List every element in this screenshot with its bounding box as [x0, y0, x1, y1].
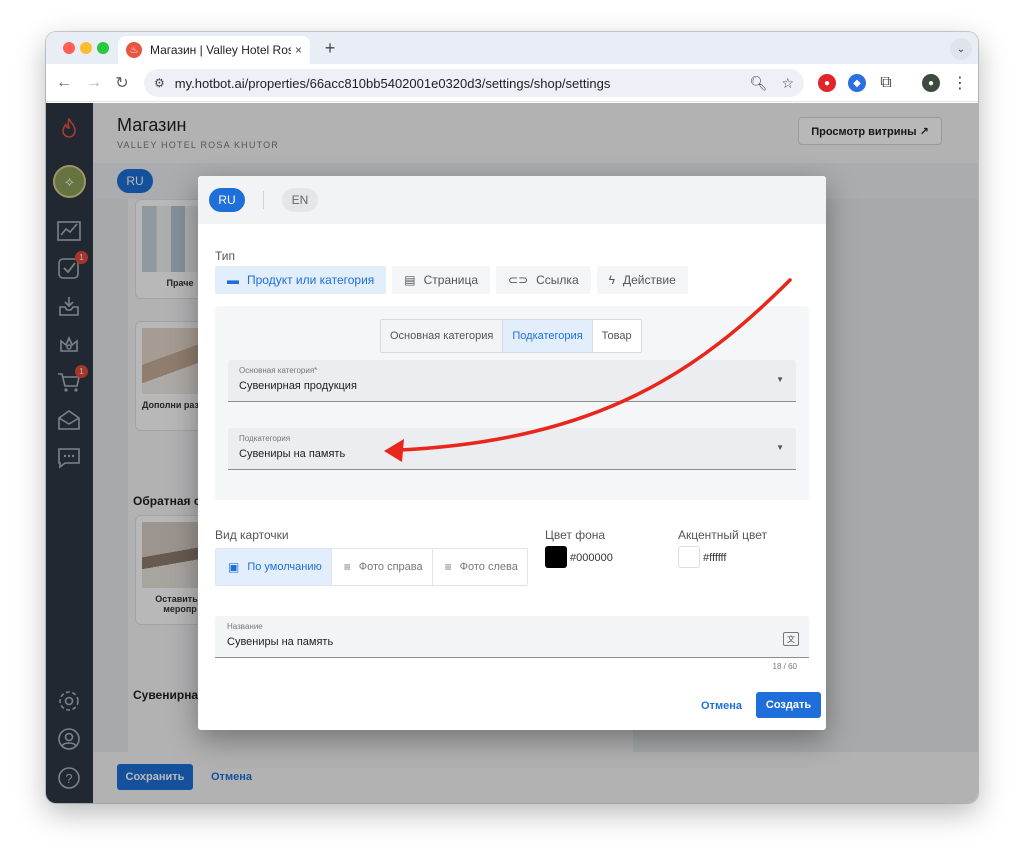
zoom-icon[interactable]: 🔍︎	[750, 75, 768, 92]
type-page[interactable]: ▤ Страница	[392, 266, 491, 294]
back-arrow-icon[interactable]: ←	[54, 73, 74, 93]
accent-color-swatch[interactable]	[678, 546, 700, 568]
profile-icon[interactable]: ●	[922, 74, 940, 92]
card-view-photo-right[interactable]: ≡ Фото справа	[331, 549, 433, 585]
site-info-icon[interactable]: ⚙	[154, 76, 165, 90]
dialog-language-bar: RU EN	[198, 176, 826, 224]
main-category-label: Основная категория*	[239, 366, 318, 375]
tab-strip: ♨ Магазин | Valley Hotel Rosa K × + ⌄	[46, 32, 978, 64]
storefront-icon: ▬	[227, 273, 239, 287]
forward-arrow-icon[interactable]: →	[84, 73, 104, 93]
tag-extension-icon[interactable]: ◆	[848, 74, 866, 92]
card-view-default[interactable]: ▣ По умолчанию	[216, 549, 332, 585]
address-bar[interactable]: ⚙ my.hotbot.ai/properties/66acc810bb5402…	[144, 69, 804, 97]
close-window-button[interactable]	[63, 42, 75, 54]
category-panel: Основная категория Подкатегория Товар Ос…	[215, 306, 809, 500]
bookmark-star-icon[interactable]: ☆	[781, 75, 794, 92]
tab-search-icon[interactable]: ⌄	[950, 38, 972, 60]
browser-window: ♨ Магазин | Valley Hotel Rosa K × + ⌄ ← …	[46, 32, 978, 803]
char-counter: 18 / 60	[772, 662, 797, 671]
main-category-select[interactable]: Основная категория* Сувенирная продукция…	[228, 360, 796, 402]
page-icon: ▤	[404, 273, 416, 287]
dialog-lang-tab-ru[interactable]: RU	[209, 188, 245, 212]
tab-title: Магазин | Valley Hotel Rosa K	[150, 43, 291, 57]
bg-color-value: #000000	[570, 552, 613, 564]
create-item-dialog: RU EN Тип ▬ Продукт или категория ▤ Стра…	[198, 176, 826, 730]
subcategory-select[interactable]: Подкатегория Сувениры на память ▼	[228, 428, 796, 470]
type-label: Тип	[215, 249, 236, 263]
dialog-lang-tab-en[interactable]: EN	[282, 188, 318, 212]
translate-icon[interactable]: 文	[783, 632, 799, 646]
subtype-main-category[interactable]: Основная категория	[381, 320, 504, 352]
type-link[interactable]: ⊂⊃ Ссылка	[496, 266, 591, 294]
tab-close-icon[interactable]: ×	[295, 43, 302, 57]
browser-toolbar: ← → ↻ ⚙ my.hotbot.ai/properties/66acc810…	[46, 64, 978, 102]
divider	[263, 191, 264, 209]
subcategory-value: Сувениры на память	[239, 448, 346, 460]
adblock-extension-icon[interactable]: ●	[818, 74, 836, 92]
reload-icon[interactable]: ↻	[112, 73, 132, 93]
browser-tab[interactable]: ♨ Магазин | Valley Hotel Rosa K ×	[118, 36, 310, 64]
favicon-icon: ♨	[126, 42, 142, 58]
bg-color-label: Цвет фона	[545, 528, 606, 542]
bolt-icon: ϟ	[608, 273, 615, 287]
subcategory-label: Подкатегория	[239, 434, 291, 443]
name-field[interactable]: Название Сувениры на память 文	[215, 616, 809, 658]
dialog-create-button[interactable]: Создать	[756, 692, 821, 718]
subtype-product[interactable]: Товар	[592, 320, 641, 352]
type-product-or-category[interactable]: ▬ Продукт или категория	[215, 266, 387, 294]
extension-icon[interactable]: ⧉	[876, 73, 896, 93]
subtype-selector: Основная категория Подкатегория Товар	[380, 319, 642, 353]
card-view-photo-left[interactable]: ≡ Фото слева	[432, 549, 527, 585]
type-selector: ▬ Продукт или категория ▤ Страница ⊂⊃ Сс…	[215, 266, 694, 294]
card-view-label: Вид карточки	[215, 528, 289, 542]
name-field-label: Название	[227, 622, 263, 631]
align-right-icon: ≡	[343, 560, 351, 574]
link-icon: ⊂⊃	[508, 273, 529, 287]
align-left-icon: ≡	[444, 560, 452, 574]
bg-color-swatch[interactable]	[545, 546, 567, 568]
subtype-subcategory[interactable]: Подкатегория	[503, 320, 593, 352]
dropdown-arrow-icon: ▼	[776, 375, 784, 384]
image-icon: ▣	[228, 560, 240, 574]
accent-color-value: #ffffff	[703, 552, 727, 564]
main-category-value: Сувенирная продукция	[239, 380, 357, 392]
url-text: my.hotbot.ai/properties/66acc810bb540200…	[174, 75, 611, 91]
accent-color-label: Акцентный цвет	[678, 528, 767, 542]
name-field-value: Сувениры на память	[227, 636, 334, 648]
type-action[interactable]: ϟ Действие	[596, 266, 688, 294]
minimize-window-button[interactable]	[80, 42, 92, 54]
card-view-selector: ▣ По умолчанию ≡ Фото справа ≡ Фото слев…	[215, 548, 528, 586]
kebab-menu-icon[interactable]: ⋮	[950, 73, 970, 93]
dialog-cancel-button[interactable]: Отмена	[701, 700, 742, 712]
new-tab-button[interactable]: +	[320, 38, 340, 59]
maximize-window-button[interactable]	[97, 42, 109, 54]
dropdown-arrow-icon: ▼	[776, 443, 784, 452]
